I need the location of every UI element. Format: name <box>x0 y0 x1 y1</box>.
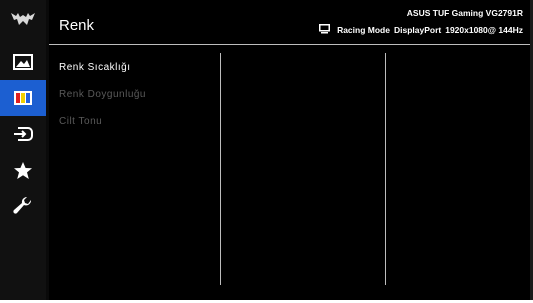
main-panel: Renk ASUS TUF Gaming VG2791R Racing Mode… <box>49 0 533 300</box>
osd-window: Renk ASUS TUF Gaming VG2791R Racing Mode… <box>0 0 533 300</box>
column-divider-2 <box>385 53 386 285</box>
resolution-label: 1920x1080@ 144Hz <box>445 25 523 35</box>
status-bar: Racing Mode DisplayPort 1920x1080@ 144Hz <box>319 24 523 36</box>
mode-label: Racing Mode <box>337 25 390 35</box>
content-area: Renk Sıcaklığı Renk Doygunluğu Cilt Tonu <box>49 45 533 300</box>
sidebar-item-favorite[interactable] <box>0 152 46 188</box>
wrench-icon <box>13 196 33 216</box>
color-bars-icon <box>13 90 33 106</box>
sidebar-item-color[interactable] <box>0 80 46 116</box>
header: Renk ASUS TUF Gaming VG2791R Racing Mode… <box>49 0 533 45</box>
star-icon <box>13 161 33 180</box>
sidebar <box>0 0 46 300</box>
sidebar-item-input[interactable] <box>0 116 46 152</box>
column-divider-1 <box>220 53 221 285</box>
page-title: Renk <box>59 17 95 34</box>
menu-item-color-temp[interactable]: Renk Sıcaklığı <box>59 60 146 87</box>
model-name: ASUS TUF Gaming VG2791R <box>406 8 523 18</box>
menu-item-saturation[interactable]: Renk Doygunluğu <box>59 87 146 114</box>
monitor-icon <box>319 24 331 36</box>
menu-list: Renk Sıcaklığı Renk Doygunluğu Cilt Tonu <box>59 60 146 141</box>
input-label: DisplayPort <box>393 25 442 35</box>
sidebar-item-image[interactable] <box>0 44 46 80</box>
menu-item-skin-tone[interactable]: Cilt Tonu <box>59 114 146 141</box>
input-select-icon <box>13 125 33 143</box>
tuf-logo-icon <box>10 10 36 30</box>
sidebar-item-system[interactable] <box>0 188 46 224</box>
image-icon <box>13 54 33 70</box>
